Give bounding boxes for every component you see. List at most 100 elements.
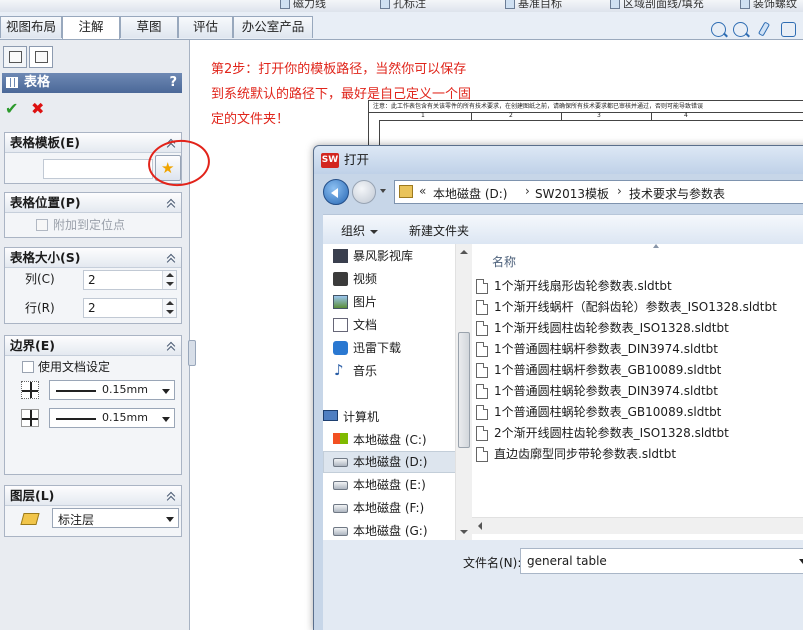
folder-icon [399, 185, 413, 198]
layer-group: 图层(L) 标注层 [4, 485, 182, 537]
new-folder-button[interactable]: 新建文件夹 [409, 222, 469, 239]
breadcrumb-drive[interactable]: 本地磁盘 (D:) [433, 185, 507, 202]
spinner-arrows-icon[interactable] [162, 271, 176, 289]
forward-button[interactable] [352, 180, 376, 204]
nav-scrollbar[interactable] [455, 244, 472, 540]
organize-dropdown-icon [370, 229, 379, 234]
column-header-name[interactable]: 名称 [492, 253, 516, 270]
feature-tree-tab[interactable] [3, 46, 27, 68]
nav-item-videos[interactable]: 视频 [333, 269, 377, 289]
nav-item-drive-e[interactable]: 本地磁盘 (E:) [333, 475, 426, 495]
command-hole-callout[interactable]: 孔标注 [380, 0, 426, 11]
thunder-download-icon [333, 341, 348, 355]
scroll-down-icon[interactable] [460, 530, 468, 534]
border-group: 边界(E) 使用文档设定 0.15mm 0.15mm [4, 335, 182, 475]
file-item[interactable]: 1个普通圆柱蜗轮参数表_DIN3974.sldtbt [476, 381, 718, 401]
command-datum-target[interactable]: 基准目标 [505, 0, 562, 11]
organize-button[interactable]: 组织 [341, 222, 379, 239]
document-icon [333, 318, 348, 332]
file-item[interactable]: 1个普通圆柱蜗杆参数表_DIN3974.sldtbt [476, 339, 718, 359]
collapse-chevron-icon[interactable] [166, 253, 176, 263]
collapse-chevron-icon[interactable] [166, 198, 176, 208]
nav-scroll-thumb[interactable] [458, 332, 470, 448]
zoom-to-area-icon[interactable] [733, 22, 748, 37]
file-icon [476, 363, 488, 378]
scroll-left-icon[interactable] [478, 522, 482, 530]
file-item[interactable]: 1个渐开线蜗杆（配斜齿轮）参数表_ISO1328.sldtbt [476, 297, 777, 317]
table-icon [6, 77, 18, 88]
panel-splitter-handle[interactable] [188, 340, 196, 366]
tab-view-layout[interactable]: 视图布局 [0, 16, 62, 38]
tab-annotation[interactable]: 注解 [62, 16, 120, 39]
inner-border-thickness-select[interactable]: 0.15mm [49, 408, 175, 428]
dropdown-arrow-icon[interactable] [799, 559, 803, 564]
nav-item-documents[interactable]: 文档 [333, 315, 377, 335]
file-item[interactable]: 1个渐开线扇形齿轮参数表.sldtbt [476, 276, 672, 296]
use-document-settings-label: 使用文档设定 [38, 360, 111, 374]
outer-border-thickness-select[interactable]: 0.15mm [49, 380, 175, 400]
group-header[interactable]: 边界(E) [5, 336, 181, 356]
breadcrumb-separator[interactable]: › [617, 184, 622, 198]
columns-spinner[interactable]: 2 [83, 270, 177, 290]
dropdown-arrow-icon [166, 517, 174, 522]
file-icon [476, 405, 488, 420]
file-item[interactable]: 1个普通圆柱蜗杆参数表_GB10089.sldtbt [476, 360, 721, 380]
use-document-settings-checkbox[interactable] [22, 361, 34, 373]
cancel-button[interactable]: ✖ [31, 100, 49, 118]
spinner-arrows-icon[interactable] [162, 299, 176, 317]
help-button[interactable]: ? [169, 73, 177, 93]
group-header[interactable]: 表格大小(S) [5, 248, 181, 268]
dropdown-arrow-icon [162, 389, 170, 394]
nav-item-pictures[interactable]: 图片 [333, 292, 377, 312]
file-item[interactable]: 1个普通圆柱蜗轮参数表_GB10089.sldtbt [476, 402, 721, 422]
filename-input[interactable]: general table [520, 548, 803, 574]
address-bar[interactable]: « 本地磁盘 (D:) › SW2013模板 › 技术要求与参数表 [394, 180, 803, 204]
tab-evaluate[interactable]: 评估 [178, 16, 233, 38]
template-path-field[interactable] [43, 159, 153, 179]
file-item[interactable]: 2个渐开线圆柱齿轮参数表_ISO1328.sldtbt [476, 423, 729, 443]
collapse-chevron-icon[interactable] [166, 491, 176, 501]
layer-select[interactable]: 标注层 [52, 508, 179, 528]
history-dropdown-icon[interactable] [380, 189, 386, 196]
nav-item-drive-f[interactable]: 本地磁盘 (F:) [333, 498, 424, 518]
group-header[interactable]: 图层(L) [5, 486, 181, 506]
command-area-hatch[interactable]: 区域剖面线/填充 [610, 0, 704, 11]
command-magnetic-line[interactable]: 磁力线 [280, 0, 326, 11]
nav-item-drive-g[interactable]: 本地磁盘 (G:) [333, 521, 428, 540]
storm-video-icon [333, 249, 348, 263]
nav-item-storm-video[interactable]: 暴风影视库 [333, 246, 413, 266]
breadcrumb-template-folder[interactable]: SW2013模板 [535, 185, 609, 202]
property-manager-tab[interactable] [29, 46, 53, 68]
breadcrumb-current-folder[interactable]: 技术要求与参数表 [629, 185, 725, 202]
nav-item-drive-d[interactable]: 本地磁盘 (D:) [333, 452, 427, 472]
nav-item-music[interactable]: 音乐 [334, 360, 377, 381]
command-cosmetic-thread[interactable]: 装饰螺纹线 [740, 0, 803, 12]
file-list-hscrollbar[interactable] [472, 517, 803, 534]
file-item[interactable]: 1个渐开线圆柱齿轮参数表_ISO1328.sldtbt [476, 318, 729, 338]
breadcrumb-separator[interactable]: › [525, 184, 530, 198]
nav-item-computer[interactable]: 计算机 [323, 407, 379, 427]
attach-anchor-checkbox[interactable] [36, 219, 48, 231]
rows-spinner[interactable]: 2 [83, 298, 177, 318]
nav-item-drive-c[interactable]: 本地磁盘 (C:) [333, 430, 427, 450]
group-header[interactable]: 表格位置(P) [5, 193, 181, 213]
file-icon [476, 300, 488, 315]
cosmetic-thread-icon [740, 0, 750, 9]
tab-sketch[interactable]: 草图 [120, 16, 178, 38]
collapse-chevron-icon[interactable] [166, 341, 176, 351]
back-button[interactable] [323, 179, 349, 205]
scroll-up-icon[interactable] [460, 250, 468, 254]
file-item[interactable]: 直边齿廓型同步带轮参数表.sldtbt [476, 444, 676, 464]
dialog-bottom-area: 文件名(N): general table [323, 540, 803, 630]
magnetic-line-icon [280, 0, 290, 9]
attach-anchor-label: 附加到定位点 [53, 218, 126, 232]
view-orientation-icon[interactable] [781, 22, 796, 37]
zoom-to-fit-icon[interactable] [711, 22, 726, 37]
ok-button[interactable]: ✔ [5, 100, 23, 118]
music-icon [333, 360, 348, 380]
crumb-overflow[interactable]: « [419, 184, 426, 198]
dialog-title-bar[interactable]: SW 打开 [314, 146, 803, 174]
nav-item-thunder-download[interactable]: 迅雷下载 [333, 338, 401, 358]
file-list-pane: 名称 1个渐开线扇形齿轮参数表.sldtbt 1个渐开线蜗杆（配斜齿轮）参数表_… [472, 244, 803, 540]
tab-office-products[interactable]: 办公室产品 [233, 16, 313, 38]
